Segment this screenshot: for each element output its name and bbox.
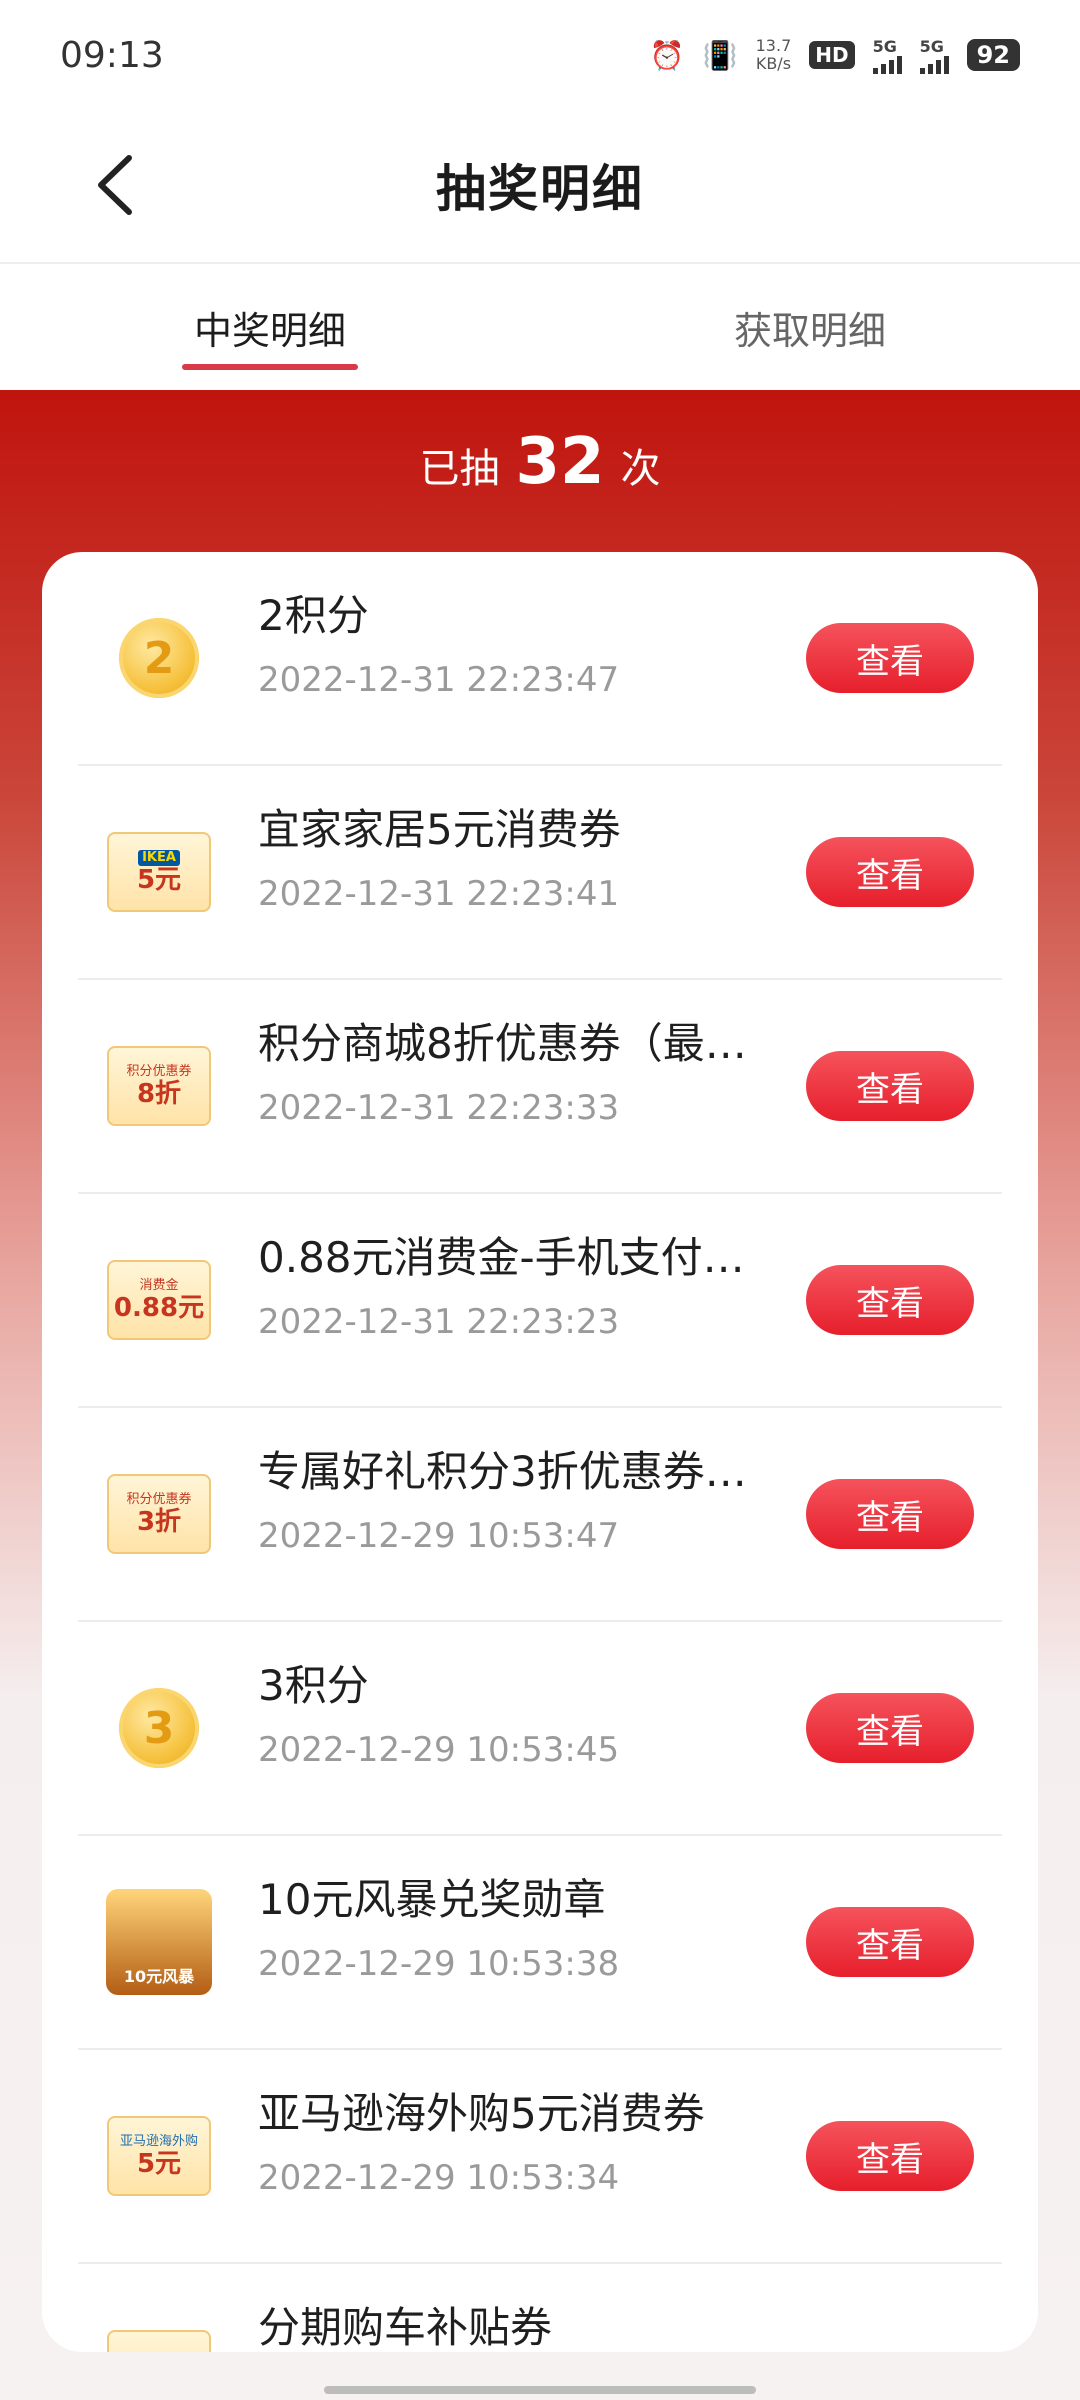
alarm-icon: ⏰ — [649, 38, 685, 72]
prize-name: 亚马逊海外购5元消费券 — [258, 2089, 705, 2138]
coupon-icon: 亚马逊海外购 5元 — [106, 2103, 212, 2209]
network-speed: 13.7 KB/s — [755, 36, 792, 73]
draw-count-number: 32 — [515, 425, 605, 499]
view-button[interactable]: 查看 — [806, 2121, 974, 2191]
list-item: 积分优惠券 3折 专属好礼积分3折优惠券… 2022-12-29 10:53:47… — [78, 1408, 1002, 1622]
draw-count-prefix: 已抽 — [419, 446, 500, 492]
prize-time: 2022-12-31 22:23:41 — [258, 874, 620, 914]
list-item: 亚马逊海外购 5元 亚马逊海外购5元消费券 2022-12-29 10:53:34… — [78, 2050, 1002, 2264]
signal-bars-icon — [872, 55, 902, 74]
prize-name: 专属好礼积分3折优惠券… — [258, 1447, 747, 1496]
list-item: 积分优惠券 8折 积分商城8折优惠券（最… 2022-12-31 22:23:33… — [78, 980, 1002, 1194]
prize-name: 2积分 — [258, 591, 369, 640]
view-button[interactable]: 查看 — [806, 1907, 974, 1977]
points-coin-icon: 2 — [106, 605, 212, 711]
records-card: 2 2积分 2022-12-31 22:23:47 查看 IKEA 5元 宜家家居… — [42, 552, 1038, 2352]
prize-time: 2022-12-31 22:23:23 — [258, 1302, 620, 1342]
coupon-icon: IKEA 5元 — [106, 819, 212, 925]
battery-icon: 92 — [966, 39, 1020, 71]
status-bar: 09:13 ⏰ 📳 13.7 KB/s HD 5G 5G 92 — [0, 0, 1080, 110]
tab-bar: 中奖明细 获取明细 — [0, 264, 1080, 390]
prize-time: 2022-12-29 10:53:34 — [258, 2158, 620, 2198]
prize-time: 2022-12-29 10:53:38 — [258, 1944, 620, 1984]
coupon-icon — [106, 2317, 212, 2352]
view-button[interactable]: 查看 — [806, 837, 974, 907]
list-item: 3 3积分 2022-12-29 10:53:45 查看 — [78, 1622, 1002, 1836]
coupon-icon: 消费金 0.88元 — [106, 1247, 212, 1353]
medal-badge-icon: 10元风暴 — [106, 1889, 212, 1995]
prize-name: 分期购车补贴券 — [258, 2303, 553, 2352]
view-button[interactable]: 查看 — [806, 1479, 974, 1549]
coupon-icon: 积分优惠券 3折 — [106, 1461, 212, 1567]
view-button[interactable]: 查看 — [806, 1051, 974, 1121]
chevron-left-icon — [98, 155, 132, 215]
back-button[interactable] — [80, 150, 150, 220]
list-item: 消费金 0.88元 0.88元消费金-手机支付… 2022-12-31 22:23… — [78, 1194, 1002, 1408]
points-coin-icon: 3 — [106, 1675, 212, 1781]
signal-sim1: 5G — [872, 37, 902, 74]
list-item: 2 2积分 2022-12-31 22:23:47 查看 — [78, 552, 1002, 766]
draw-count-summary: 已抽 32 次 — [0, 430, 1080, 494]
prize-name: 3积分 — [258, 1661, 369, 1710]
page-title: 抽奖明细 — [436, 160, 644, 218]
tab-winning-details[interactable]: 中奖明细 — [0, 264, 540, 390]
signal-sim2: 5G — [919, 37, 949, 74]
prize-name: 0.88元消费金-手机支付… — [258, 1233, 745, 1282]
vibrate-icon: 📳 — [702, 38, 738, 72]
prize-name: 积分商城8折优惠券（最… — [258, 1019, 747, 1068]
list-item: 分期购车补贴券 — [78, 2264, 1002, 2352]
view-button[interactable]: 查看 — [806, 1265, 974, 1335]
hd-voice-icon: HD — [809, 41, 855, 69]
prize-name: 10元风暴兑奖勋章 — [258, 1875, 606, 1924]
list-item: IKEA 5元 宜家家居5元消费券 2022-12-31 22:23:41 查看 — [78, 766, 1002, 980]
draw-count-suffix: 次 — [620, 446, 661, 492]
prize-name: 宜家家居5元消费券 — [258, 805, 621, 854]
prize-time: 2022-12-29 10:53:45 — [258, 1730, 620, 1770]
status-icons: ⏰ 📳 13.7 KB/s HD 5G 5G 92 — [650, 37, 1020, 74]
prize-time: 2022-12-31 22:23:33 — [258, 1088, 620, 1128]
app-header: 抽奖明细 — [0, 110, 1080, 260]
signal-bars-icon — [919, 55, 949, 74]
prize-time: 2022-12-31 22:23:47 — [258, 660, 620, 700]
home-indicator[interactable] — [324, 2386, 756, 2394]
view-button[interactable]: 查看 — [806, 1693, 974, 1763]
list-item: 10元风暴 10元风暴兑奖勋章 2022-12-29 10:53:38 查看 — [78, 1836, 1002, 2050]
prize-time: 2022-12-29 10:53:47 — [258, 1516, 620, 1556]
view-button[interactable]: 查看 — [806, 623, 974, 693]
clock: 09:13 — [60, 34, 164, 76]
tab-earning-details[interactable]: 获取明细 — [540, 264, 1080, 390]
coupon-icon: 积分优惠券 8折 — [106, 1033, 212, 1139]
